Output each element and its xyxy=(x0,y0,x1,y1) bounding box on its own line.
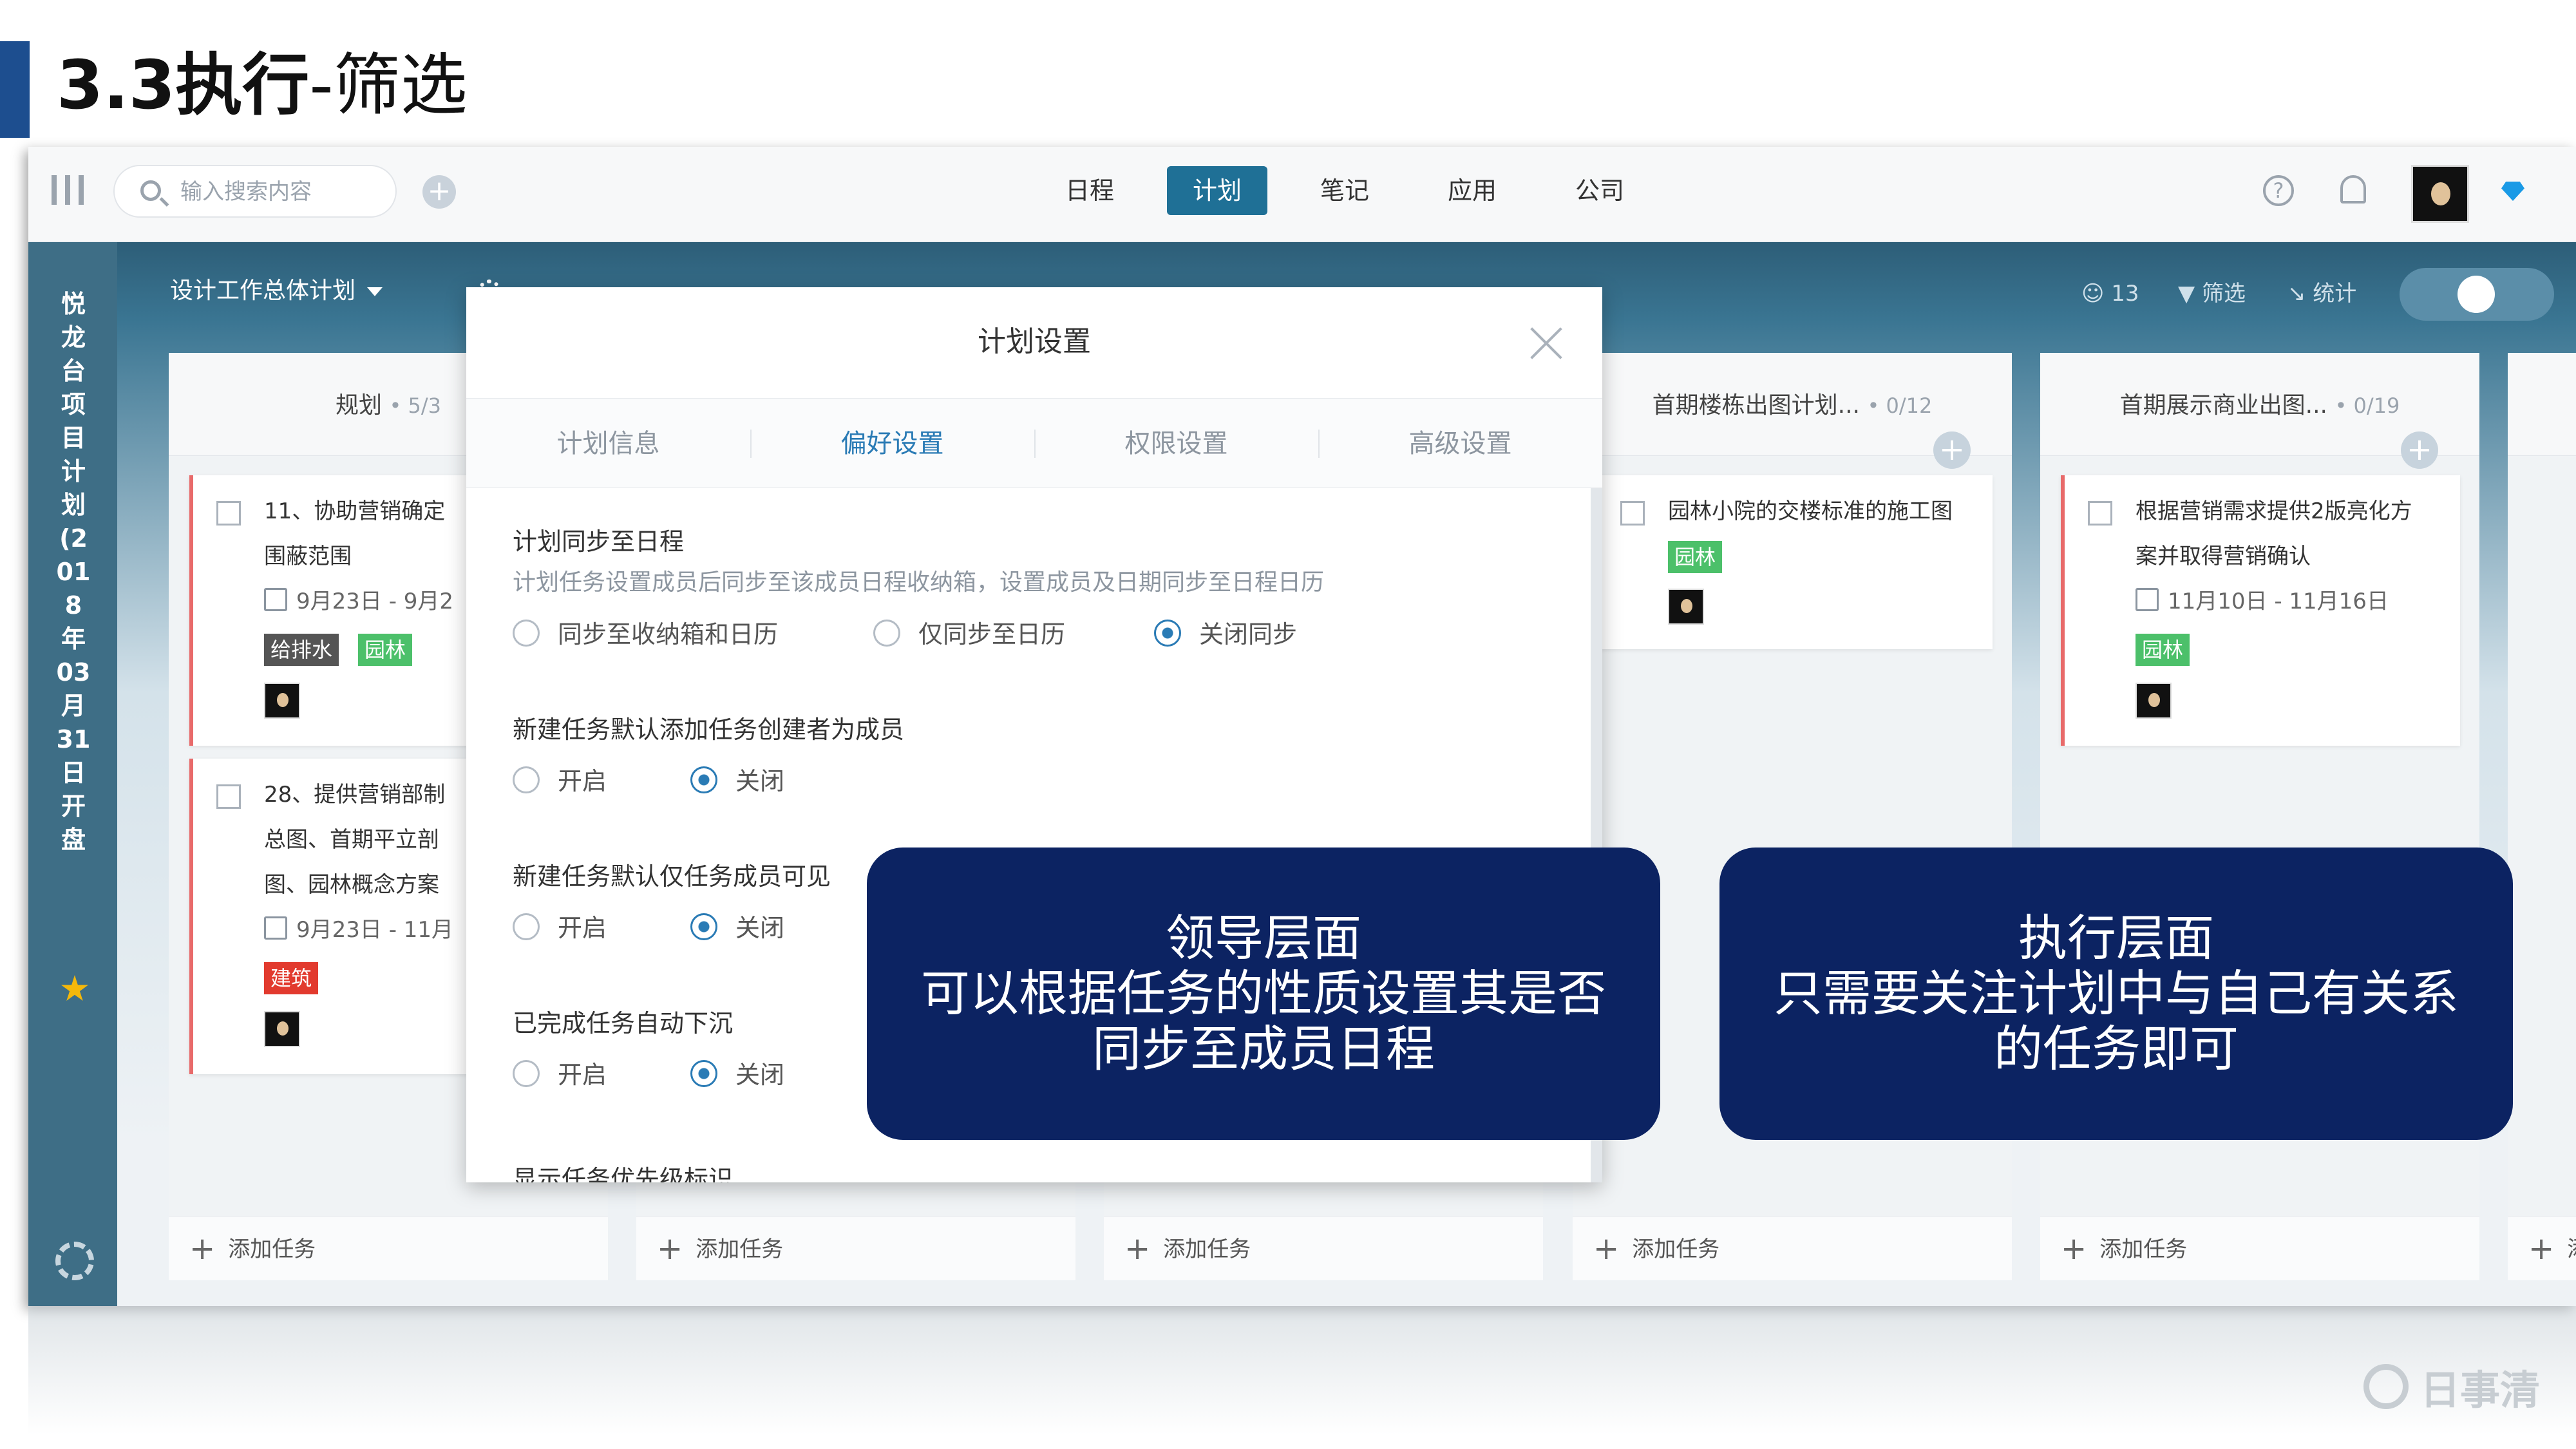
task-card[interactable]: 根据营销需求提供2版亮化方 案并取得营销确认 11月10日 - 11月16日 园… xyxy=(2061,475,2460,746)
add-task-button[interactable]: + 添加任务 xyxy=(169,1216,608,1280)
column-add-button[interactable]: + xyxy=(2401,431,2438,469)
task-checkbox[interactable] xyxy=(1620,501,1645,526)
tag-label: 建筑 xyxy=(264,962,319,994)
add-button[interactable]: + xyxy=(422,175,456,209)
avatar xyxy=(264,683,300,719)
setting-title: 计划同步至日程 xyxy=(513,527,685,556)
chevron-down-icon xyxy=(367,287,383,296)
search-icon xyxy=(140,180,161,201)
tag-label: 园林 xyxy=(358,634,413,666)
setting-title: 新建任务默认添加任务创建者为成员 xyxy=(513,715,905,744)
avatar xyxy=(2136,683,2172,719)
list-view-icon[interactable] xyxy=(2407,276,2445,313)
tab-advanced[interactable]: 高级设置 xyxy=(1318,399,1602,489)
star-icon[interactable] xyxy=(61,975,89,1001)
radio-sync-calendar-only[interactable]: 仅同步至日历 xyxy=(873,618,1065,650)
task-checkbox[interactable] xyxy=(216,784,241,809)
task-title: 总图、首期平立剖 xyxy=(264,827,439,853)
task-title: 图、园林概念方案 xyxy=(264,872,439,898)
setting-title: 显示任务优先级标识 xyxy=(513,1165,734,1182)
brand-logo: 日事清 xyxy=(2363,1358,2540,1416)
bell-icon[interactable] xyxy=(2340,175,2366,204)
tab-notes[interactable]: 笔记 xyxy=(1294,166,1395,215)
view-toggle[interactable] xyxy=(2400,268,2554,321)
callout-executor: 执行层面 只需要关注计划中与自己有关系 的任务即可 xyxy=(1719,848,2513,1140)
radio-off[interactable]: 关闭 xyxy=(690,765,784,797)
callout-leader: 领导层面 可以根据任务的性质设置其是否 同步至成员日程 xyxy=(867,848,1660,1140)
search-input[interactable]: 输入搜索内容 xyxy=(113,165,397,218)
radio-off[interactable]: 关闭 xyxy=(690,1059,784,1091)
tab-permissions[interactable]: 权限设置 xyxy=(1034,399,1318,489)
screenshot-reflection xyxy=(28,1306,2576,1449)
setting-title: 新建任务默认仅任务成员可见 xyxy=(513,862,831,891)
tab-preferences[interactable]: 偏好设置 xyxy=(750,399,1034,489)
close-icon[interactable] xyxy=(1529,326,1564,361)
task-date: 9月23日 - 9月2 xyxy=(264,586,453,617)
project-title: 悦龙台项目计划(2018年03月31日开盘 xyxy=(56,290,91,854)
column-header xyxy=(2508,353,2576,456)
column: +添 xyxy=(2508,353,2576,1280)
slide-accent-bar xyxy=(0,41,30,138)
task-checkbox[interactable] xyxy=(2088,501,2112,526)
search-placeholder: 输入搜索内容 xyxy=(180,179,312,205)
filter-button[interactable]: ▼ 筛选 xyxy=(2178,279,2246,308)
diamond-icon[interactable] xyxy=(2501,182,2524,201)
stats-button[interactable]: ↘ 统计 xyxy=(2287,279,2356,308)
add-task-button[interactable]: + 添加任务 xyxy=(636,1216,1075,1280)
task-title: 案并取得营销确认 xyxy=(2136,544,2311,569)
tag-label: 给排水 xyxy=(264,634,339,666)
tab-schedule[interactable]: 日程 xyxy=(1039,166,1140,215)
column-first-building: 首期楼栋出图计划... • 0/12 + 园林小院的交楼标准的施工图 园林 + 添… xyxy=(1573,353,2012,1280)
dialog-tabs: 计划信息 偏好设置 权限设置 高级设置 xyxy=(466,398,1602,488)
task-title: 28、提供营销部制 xyxy=(264,782,446,808)
task-card[interactable]: 园林小院的交楼标准的施工图 园林 xyxy=(1593,475,1993,649)
members-count[interactable]: ☺ 13 xyxy=(2081,279,2139,308)
help-icon[interactable]: ? xyxy=(2263,175,2294,206)
radio-sync-inbox-calendar[interactable]: 同步至收纳箱和日历 xyxy=(513,618,778,650)
plan-name-dropdown[interactable]: 设计工作总体计划 xyxy=(170,277,383,305)
setting-description: 计划任务设置成员后同步至该成员日程收纳箱，设置成员及日期同步至日程日历 xyxy=(513,569,1325,596)
task-date: 11月10日 - 11月16日 xyxy=(2136,586,2389,617)
board-view-icon[interactable] xyxy=(2458,276,2495,313)
column-add-button[interactable]: + xyxy=(1933,431,1971,469)
tab-apps[interactable]: 应用 xyxy=(1422,166,1522,215)
task-title: 园林小院的交楼标准的施工图 xyxy=(1668,498,1953,524)
project-sidebar: 悦龙台项目计划(2018年03月31日开盘 xyxy=(28,242,117,1306)
radio-sync-off[interactable]: 关闭同步 xyxy=(1154,618,1297,650)
radio-on[interactable]: 开启 xyxy=(513,765,607,797)
add-task-button[interactable]: + 添加任务 xyxy=(2040,1216,2479,1280)
tag-label: 园林 xyxy=(2136,634,2190,666)
avatar xyxy=(264,1011,300,1047)
dialog-title: 计划设置 xyxy=(978,325,1091,358)
menu-icon[interactable] xyxy=(52,175,84,205)
radio-off[interactable]: 关闭 xyxy=(690,912,784,944)
task-checkbox[interactable] xyxy=(216,501,241,526)
add-task-button[interactable]: + 添加任务 xyxy=(1104,1216,1543,1280)
add-task-button[interactable]: +添 xyxy=(2508,1216,2576,1280)
gantt-view-icon[interactable] xyxy=(2508,276,2545,313)
avatar xyxy=(1668,589,1704,625)
radio-on[interactable]: 开启 xyxy=(513,912,607,944)
task-title: 根据营销需求提供2版亮化方 xyxy=(2136,498,2412,524)
task-title: 围蔽范围 xyxy=(264,544,352,569)
top-nav: 输入搜索内容 + 日程 计划 笔记 应用 公司 ? xyxy=(28,147,2576,242)
task-date: 9月23日 - 11月 xyxy=(264,914,453,945)
column-first-commercial: 首期展示商业出图... • 0/19 + 根据营销需求提供2版亮化方 案并取得营… xyxy=(2040,353,2479,1280)
tab-company[interactable]: 公司 xyxy=(1549,166,1650,215)
task-title: 11、协助营销确定 xyxy=(264,498,446,524)
tab-plan[interactable]: 计划 xyxy=(1167,166,1268,215)
radio-on[interactable]: 开启 xyxy=(513,1059,607,1091)
tab-plan-info[interactable]: 计划信息 xyxy=(466,399,750,489)
slide-title: 3.3执行-筛选 xyxy=(57,46,468,124)
settings-gear-icon[interactable] xyxy=(55,1242,94,1280)
avatar[interactable] xyxy=(2411,165,2469,223)
tag-label: 园林 xyxy=(1668,541,1723,573)
add-task-button[interactable]: + 添加任务 xyxy=(1573,1216,2012,1280)
setting-title: 已完成任务自动下沉 xyxy=(513,1009,734,1037)
